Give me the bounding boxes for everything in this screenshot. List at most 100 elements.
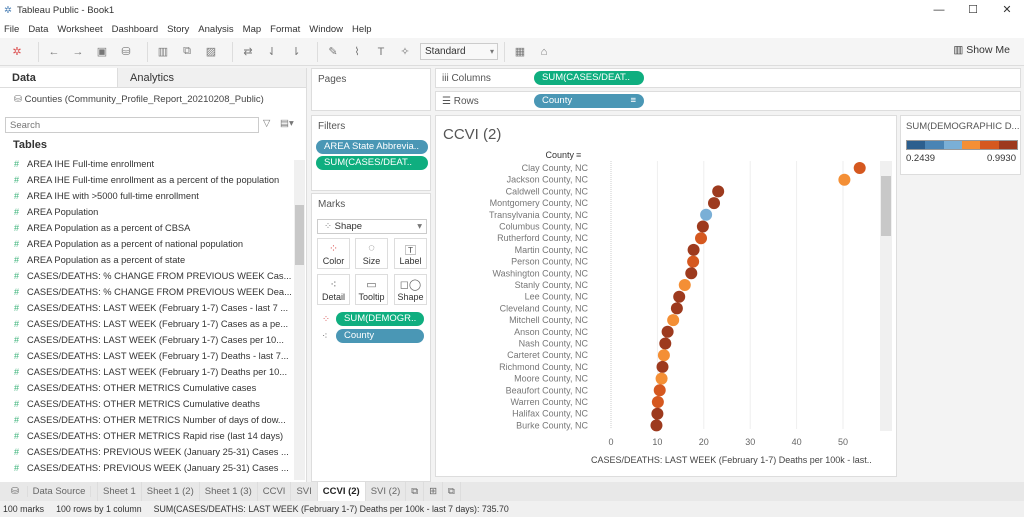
pin-icon[interactable]: ✧ bbox=[396, 45, 414, 58]
county-label[interactable]: Burke County, NC bbox=[516, 420, 588, 430]
tab-data[interactable]: Data bbox=[0, 68, 118, 87]
rows-pill[interactable]: County ≡ bbox=[534, 94, 644, 108]
color-pill[interactable]: SUM(DEMOGR.. bbox=[336, 312, 424, 326]
field-item[interactable]: # CASES/DEATHS: PREVIOUS WEEK (January 25… bbox=[14, 460, 294, 476]
sort-desc-icon[interactable]: ⇂ bbox=[287, 45, 305, 58]
tooltip-button[interactable]: ▭ Tooltip bbox=[355, 274, 388, 305]
field-item[interactable]: # CASES/DEATHS: OTHER METRICS Number of d… bbox=[14, 412, 294, 428]
tableau-icon[interactable]: ✲ bbox=[8, 45, 26, 58]
county-label[interactable]: Martin County, NC bbox=[515, 245, 589, 255]
field-item[interactable]: # CASES/DEATHS: % CHANGE FROM PREVIOUS WE… bbox=[14, 284, 294, 300]
sheet-tab-active[interactable]: CCVI (2) bbox=[317, 482, 366, 501]
cards-icon[interactable]: ▦ bbox=[511, 45, 529, 58]
menu-map[interactable]: Map bbox=[243, 24, 261, 35]
shape-button[interactable]: ◻◯ Shape bbox=[394, 274, 427, 305]
county-label[interactable]: Jackson County, NC bbox=[507, 175, 589, 185]
sheet-tab[interactable]: Sheet 1 (2) bbox=[142, 482, 200, 501]
menu-worksheet[interactable]: Worksheet bbox=[57, 24, 102, 35]
columns-pill[interactable]: SUM(CASES/DEAT.. bbox=[534, 71, 644, 85]
menu-help[interactable]: Help bbox=[352, 24, 372, 35]
county-label[interactable]: Columbus County, NC bbox=[499, 222, 588, 232]
data-point[interactable] bbox=[656, 360, 669, 373]
field-item[interactable]: # CASES/DEATHS: LAST WEEK (February 1-7) … bbox=[14, 332, 294, 348]
filter-pill-state[interactable]: AREA State Abbrevia.. bbox=[316, 140, 428, 154]
data-point[interactable] bbox=[712, 185, 725, 198]
menu-format[interactable]: Format bbox=[270, 24, 300, 35]
detail-pill[interactable]: County bbox=[336, 329, 424, 343]
field-item[interactable]: # CASES/DEATHS: OTHER METRICS Cumulative … bbox=[14, 380, 294, 396]
minimize-button[interactable]: — bbox=[922, 0, 956, 20]
pages-shelf[interactable]: Pages bbox=[311, 68, 431, 111]
rows-shelf[interactable]: ☰ Rows County ≡ bbox=[435, 91, 1021, 111]
field-item[interactable]: # CASES/DEATHS: OTHER METRICS Rapid rise … bbox=[14, 428, 294, 444]
county-label[interactable]: Washington County, NC bbox=[492, 268, 588, 278]
field-item[interactable]: # CASES/DEATHS: LAST WEEK (February 1-7) … bbox=[14, 316, 294, 332]
filter-pill-deaths[interactable]: SUM(CASES/DEAT.. bbox=[316, 156, 428, 170]
county-label[interactable]: Nash County, NC bbox=[519, 339, 589, 349]
swap-icon[interactable]: ⇄ bbox=[239, 45, 257, 58]
detail-button[interactable]: ⁖ Detail bbox=[317, 274, 350, 305]
group-icon[interactable]: ⌇ bbox=[348, 45, 366, 58]
data-point[interactable] bbox=[700, 208, 713, 221]
data-point[interactable] bbox=[670, 302, 683, 315]
data-point[interactable] bbox=[695, 232, 708, 245]
search-input[interactable] bbox=[5, 117, 259, 133]
county-label[interactable]: Montgomery County, NC bbox=[490, 198, 589, 208]
county-label[interactable]: Person County, NC bbox=[511, 257, 588, 267]
data-source-tab[interactable]: ⛁ Data Source bbox=[0, 482, 98, 501]
menu-window[interactable]: Window bbox=[309, 24, 343, 35]
county-label[interactable]: Lee County, NC bbox=[525, 292, 589, 302]
mark-type-dropdown[interactable]: ⁘ Shape ▾ bbox=[317, 219, 427, 234]
county-label[interactable]: Rutherford County, NC bbox=[497, 233, 588, 243]
tab-analytics[interactable]: Analytics bbox=[118, 68, 306, 87]
save-icon[interactable]: ▣ bbox=[93, 45, 111, 58]
show-me-button[interactable]: ▥ Show Me bbox=[953, 44, 1010, 56]
county-label[interactable]: Moore County, NC bbox=[514, 374, 588, 384]
field-list-scrollbar[interactable] bbox=[294, 160, 305, 480]
field-item[interactable]: # CASES/DEATHS: % CHANGE FROM PREVIOUS WE… bbox=[14, 268, 294, 284]
sheet-tab[interactable]: Sheet 1 (3) bbox=[200, 482, 258, 501]
new-datasource-icon[interactable]: ⛁ bbox=[117, 45, 135, 58]
county-label[interactable]: Richmond County, NC bbox=[499, 362, 588, 372]
fit-dropdown[interactable]: Standard ▾ bbox=[420, 43, 498, 60]
datasource-item[interactable]: ⛁ Counties (Community_Profile_Report_202… bbox=[0, 88, 306, 105]
sort-asc-icon[interactable]: ⇃ bbox=[263, 45, 281, 58]
field-item[interactable]: # AREA IHE Full-time enrollment bbox=[14, 156, 294, 172]
menu-story[interactable]: Story bbox=[167, 24, 189, 35]
field-item[interactable]: # AREA IHE Full-time enrollment as a perc… bbox=[14, 172, 294, 188]
data-point[interactable] bbox=[651, 407, 664, 420]
menu-file[interactable]: File bbox=[4, 24, 19, 35]
new-story-icon[interactable]: ⧉ bbox=[443, 482, 461, 501]
data-point[interactable] bbox=[708, 197, 721, 210]
label-button[interactable]: 🅃 Label bbox=[394, 238, 427, 269]
data-point[interactable] bbox=[838, 173, 851, 186]
field-item[interactable]: # CASES/DEATHS: OTHER METRICS Cumulative … bbox=[14, 396, 294, 412]
scatter-plot[interactable]: County ≡ 0 10 20 30 40 50 CASES/DEATHS: LAST WEE… bbox=[436, 116, 896, 476]
duplicate-icon[interactable]: ⧉ bbox=[178, 45, 196, 58]
presentation-icon[interactable]: ⌂ bbox=[535, 46, 553, 58]
county-label[interactable]: Beaufort County, NC bbox=[506, 385, 589, 395]
county-label[interactable]: Clay County, NC bbox=[522, 163, 589, 173]
menu-data[interactable]: Data bbox=[28, 24, 48, 35]
data-point[interactable] bbox=[655, 372, 668, 385]
menu-dashboard[interactable]: Dashboard bbox=[112, 24, 158, 35]
county-label[interactable]: Cleveland County, NC bbox=[500, 303, 589, 313]
chart-scrollbar[interactable] bbox=[880, 161, 892, 431]
new-worksheet-icon[interactable]: ⧉ bbox=[406, 482, 425, 501]
data-point[interactable] bbox=[687, 255, 700, 268]
field-item[interactable]: # AREA Population bbox=[14, 204, 294, 220]
new-worksheet-icon[interactable]: ▥ bbox=[154, 45, 172, 58]
maximize-button[interactable]: ☐ bbox=[956, 0, 990, 20]
data-point[interactable] bbox=[667, 314, 680, 327]
sheet-tab[interactable]: SVI (2) bbox=[366, 482, 407, 501]
county-label[interactable]: Transylvania County, NC bbox=[489, 210, 589, 220]
close-button[interactable]: ✕ bbox=[990, 0, 1024, 20]
undo-icon[interactable]: ← bbox=[45, 46, 63, 58]
field-item[interactable]: # AREA Population as a percent of CBSA bbox=[14, 220, 294, 236]
sheet-tab[interactable]: CCVI bbox=[258, 482, 292, 501]
data-point[interactable] bbox=[673, 290, 686, 303]
sheet-tab[interactable]: Sheet 1 bbox=[98, 482, 142, 501]
field-item[interactable]: # CASES/DEATHS: LAST WEEK (February 1-7) … bbox=[14, 300, 294, 316]
field-item[interactable]: # CASES/DEATHS: LAST WEEK (February 1-7) … bbox=[14, 348, 294, 364]
county-label[interactable]: Halifax County, NC bbox=[512, 409, 588, 419]
